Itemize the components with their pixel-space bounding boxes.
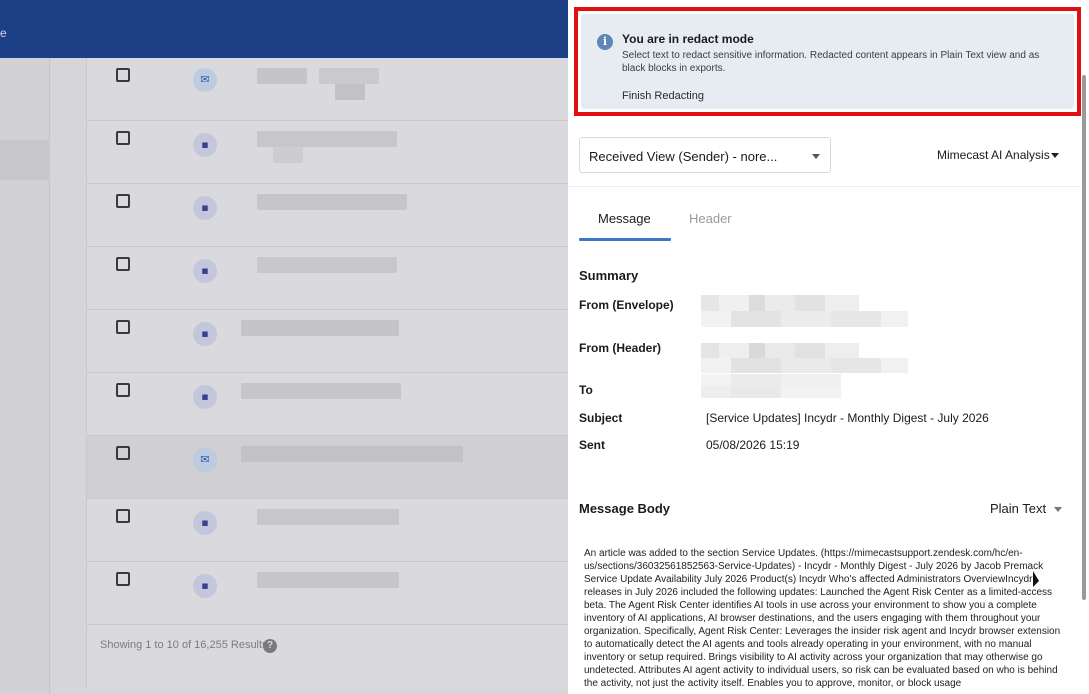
redacted-text (257, 131, 397, 147)
view-select-value: Received View (Sender) - nore... (589, 149, 778, 164)
row-checkbox[interactable] (116, 383, 130, 397)
row-checkbox[interactable] (116, 68, 130, 82)
list-item[interactable]: ▪ (87, 310, 568, 373)
chevron-down-icon[interactable] (1051, 153, 1059, 158)
chevron-down-icon (812, 154, 820, 159)
redact-banner-description: Select text to redact sensitive informat… (622, 50, 1040, 74)
row-checkbox[interactable] (116, 194, 130, 208)
divider (568, 186, 1081, 187)
mouse-cursor-icon (1033, 571, 1039, 587)
chat-icon: ▪ (193, 196, 217, 220)
redact-mode-banner: i You are in redact mode Select text to … (574, 7, 1081, 116)
ai-analysis-menu[interactable]: Mimecast AI Analysis (937, 148, 1050, 162)
body-format-dropdown[interactable]: Plain Text (990, 501, 1046, 516)
list-item[interactable]: ▪ (87, 184, 568, 247)
chevron-down-icon[interactable] (1054, 507, 1062, 512)
summary-title: Summary (579, 268, 639, 283)
view-select-dropdown[interactable]: Received View (Sender) - nore... (579, 137, 831, 173)
list-item-selected[interactable]: ✉ (87, 436, 568, 499)
redacted-text (257, 257, 397, 273)
redact-banner-title: You are in redact mode (622, 32, 754, 46)
row-checkbox[interactable] (116, 131, 130, 145)
row-checkbox[interactable] (116, 257, 130, 271)
redacted-text (257, 194, 407, 210)
redact-banner-body: i You are in redact mode Select text to … (581, 14, 1074, 109)
row-checkbox[interactable] (116, 320, 130, 334)
background-app: e ✉ ▪ ▪ ▪ ▪ ▪ ✉ ▪ ▪ Showing 1 to 10 of 1… (0, 0, 568, 694)
chat-icon: ▪ (193, 322, 217, 346)
row-checkbox[interactable] (116, 572, 130, 586)
message-body-text[interactable]: An article was added to the section Serv… (584, 547, 1064, 690)
subject-value: [Service Updates] Incydr - Monthly Diges… (706, 411, 989, 425)
header-text-fragment: e (0, 26, 7, 40)
chat-icon: ▪ (193, 511, 217, 535)
list-item[interactable]: ▪ (87, 499, 568, 562)
redacted-text (319, 68, 379, 84)
chat-icon: ▪ (193, 574, 217, 598)
message-list: ✉ ▪ ▪ ▪ ▪ ▪ ✉ ▪ ▪ (86, 58, 568, 688)
to-label: To (579, 383, 593, 397)
chat-icon: ▪ (193, 385, 217, 409)
envelope-icon: ✉ (193, 68, 217, 92)
sent-value: 05/08/2026 15:19 (706, 438, 800, 452)
panel-scrollbar[interactable] (1082, 75, 1086, 600)
chat-icon: ▪ (193, 133, 217, 157)
row-checkbox[interactable] (116, 446, 130, 460)
redacted-text (241, 320, 399, 336)
list-item[interactable]: ✉ (87, 58, 568, 121)
subject-label: Subject (579, 411, 623, 425)
info-icon: i (597, 34, 613, 50)
redacted-text (241, 383, 401, 399)
message-body-title: Message Body (579, 501, 671, 516)
list-item[interactable]: ▪ (87, 373, 568, 436)
redacted-text (241, 446, 463, 462)
from-envelope-label: From (Envelope) (579, 298, 674, 312)
list-item[interactable]: ▪ (87, 562, 568, 625)
help-icon[interactable]: ? (263, 639, 277, 653)
results-count: Showing 1 to 10 of 16,255 Results (100, 639, 268, 651)
redacted-text (257, 68, 307, 84)
tab-header[interactable]: Header (689, 211, 732, 226)
tab-message[interactable]: Message (598, 211, 651, 226)
from-header-label: From (Header) (579, 341, 662, 355)
finish-redacting-button[interactable]: Finish Redacting (622, 90, 704, 102)
chat-icon: ▪ (193, 259, 217, 283)
left-nav-selected-item (0, 140, 50, 180)
redacted-text (273, 147, 303, 163)
list-item[interactable]: ▪ (87, 121, 568, 184)
redacted-text (335, 84, 365, 100)
app-header-bar: e (0, 0, 568, 58)
message-detail-panel: i You are in redact mode Select text to … (568, 0, 1089, 694)
active-tab-indicator (579, 238, 671, 241)
row-checkbox[interactable] (116, 509, 130, 523)
list-item[interactable]: ▪ (87, 247, 568, 310)
redacted-text (257, 572, 399, 588)
redacted-text (257, 509, 399, 525)
sent-label: Sent (579, 438, 606, 452)
envelope-icon: ✉ (193, 448, 217, 472)
left-navigation (0, 58, 50, 694)
